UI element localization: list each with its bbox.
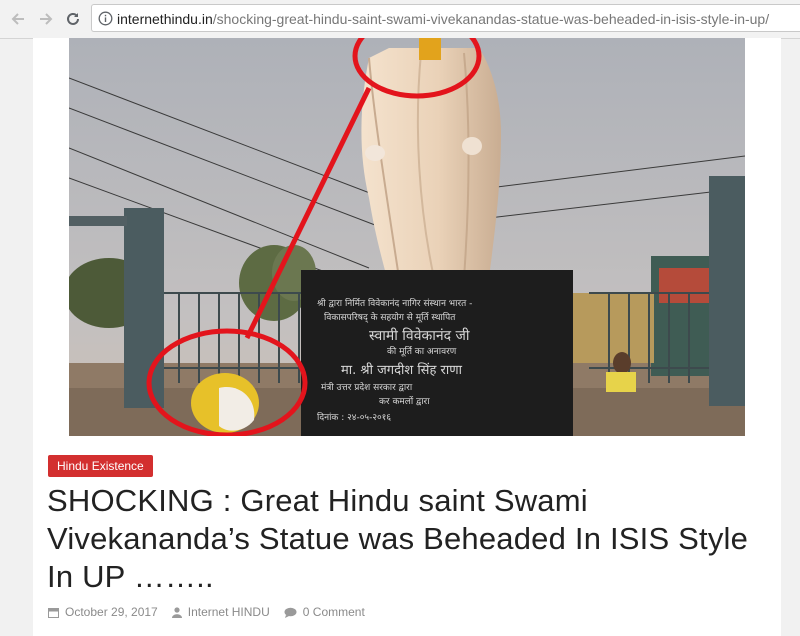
post-title[interactable]: SHOCKING : Great Hindu saint Swami Vivek… bbox=[47, 482, 777, 596]
category-badge[interactable]: Hindu Existence bbox=[48, 455, 153, 477]
featured-image[interactable]: श्री द्वारा निर्मित विवेकानंद नागिर संस्… bbox=[69, 38, 745, 436]
post-author-text: Internet HINDU bbox=[187, 605, 270, 619]
post-date[interactable]: October 29, 2017 bbox=[48, 605, 158, 619]
reload-button[interactable] bbox=[62, 8, 84, 30]
plaque-line: श्री द्वारा निर्मित विवेकानंद नागिर संस्… bbox=[317, 297, 472, 309]
forward-arrow-icon bbox=[40, 13, 53, 25]
plaque-line: कर कमलों द्वारा bbox=[379, 395, 430, 407]
info-icon bbox=[98, 11, 113, 26]
article-card: श्री द्वारा निर्मित विवेकानंद नागिर संस्… bbox=[33, 38, 781, 636]
url-text: internethindu.in/shocking-great-hindu-sa… bbox=[117, 11, 769, 27]
calendar-icon bbox=[48, 607, 59, 618]
post-date-text: October 29, 2017 bbox=[65, 605, 158, 619]
url-host: internethindu.in bbox=[117, 11, 213, 27]
plaque-line: मंत्री उत्तर प्रदेश सरकार द्वारा bbox=[321, 381, 413, 393]
plaque-line: विकासपरिषद् के सहयोग से मूर्ति स्थापित bbox=[324, 311, 456, 323]
post-comments[interactable]: 0 Comment bbox=[284, 605, 365, 619]
plaque-line: दिनांक : २४-०५-२०१६ bbox=[317, 411, 391, 423]
user-icon bbox=[171, 606, 182, 618]
comment-icon bbox=[284, 607, 297, 618]
back-arrow-icon bbox=[11, 13, 24, 25]
back-button[interactable] bbox=[7, 8, 29, 30]
post-author[interactable]: Internet HINDU bbox=[171, 605, 270, 619]
post-comments-text: 0 Comment bbox=[302, 605, 365, 619]
post-meta: October 29, 2017 Internet HINDU 0 Commen… bbox=[48, 605, 379, 619]
url-path: /shocking-great-hindu-saint-swami-viveka… bbox=[212, 11, 770, 27]
plaque-line: मा. श्री जगदीश सिंह राणा bbox=[341, 362, 463, 378]
plaque-line: स्वामी विवेकानंद जी bbox=[369, 327, 470, 344]
plaque-line: की मूर्ति का अनावरण bbox=[387, 345, 457, 357]
address-bar[interactable]: internethindu.in/shocking-great-hindu-sa… bbox=[91, 4, 800, 32]
reload-icon bbox=[67, 12, 79, 25]
browser-toolbar: internethindu.in/shocking-great-hindu-sa… bbox=[0, 0, 800, 39]
forward-button[interactable] bbox=[35, 8, 57, 30]
